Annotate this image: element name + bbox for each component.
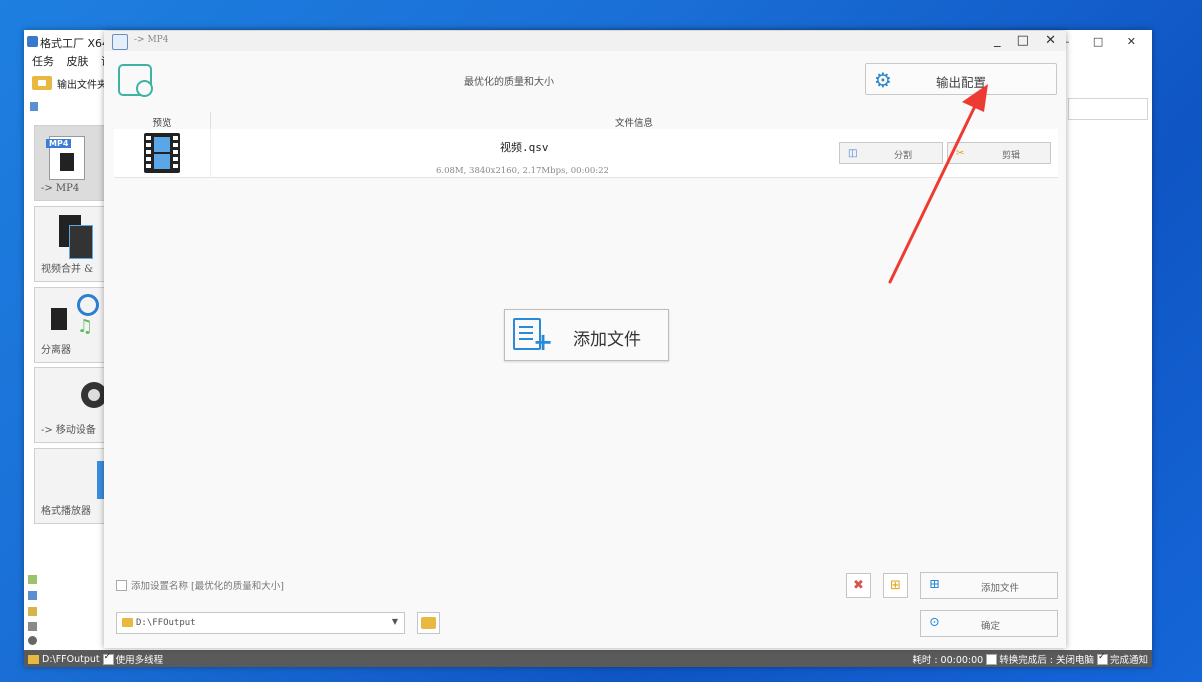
output-folder-label: 输出文件夹: [57, 79, 107, 91]
add-folder-button[interactable]: ⊞: [883, 573, 908, 598]
category-splitter[interactable]: ♫ 分离器: [34, 287, 109, 363]
category-label: -> MP4: [41, 183, 80, 194]
status-bar: D:\FFOutput 使用多线程 耗时 : 00:00:00 转换完成后 : …: [24, 650, 1152, 667]
output-path-value: D:\FFOutput: [136, 618, 196, 628]
right-panel-field: [1068, 98, 1148, 120]
column-header-preview: 预览: [152, 118, 172, 129]
category-to-mp4[interactable]: MP4 -> MP4: [34, 125, 109, 201]
dialog-titlebar: -> MP4 _ □ ✕: [104, 31, 1066, 51]
tool-icon[interactable]: [28, 636, 37, 645]
music-note-icon: ♫: [77, 316, 94, 337]
add-file-button[interactable]: ⊞ 添加文件: [920, 572, 1058, 599]
folder-icon: [28, 654, 39, 664]
save-profile-name-label: 添加设置名称 [最优化的质量和大小]: [131, 581, 284, 592]
add-file-large-label: 添加文件: [573, 330, 641, 350]
check-circle-icon: ⊙: [929, 615, 940, 630]
plus-icon: +: [533, 328, 554, 356]
category-label: 分离器: [41, 345, 71, 356]
category-format-player[interactable]: 格式播放器: [34, 448, 109, 524]
chevron-down-icon: ▼: [391, 617, 398, 626]
save-profile-name-checkbox[interactable]: [116, 580, 127, 591]
tool-icon[interactable]: [28, 575, 37, 584]
dialog-window-controls[interactable]: _ □ ✕: [994, 33, 1062, 48]
ok-button[interactable]: ⊙ 确定: [920, 610, 1058, 637]
split-icon: ◫: [848, 148, 858, 159]
file-meta: 6.08M, 3840x2160, 2.17Mbps, 00:00:22: [436, 166, 609, 176]
view-toggle-icon[interactable]: [30, 102, 38, 111]
category-mobile-device[interactable]: -> 移动设备: [34, 367, 109, 443]
tool-icon[interactable]: [28, 622, 37, 631]
quality-profile-label: 最优化的质量和大小: [464, 77, 554, 88]
app-icon: [27, 36, 38, 47]
notify-checkbox[interactable]: [1096, 652, 1108, 665]
add-file-large-button[interactable]: + 添加文件: [504, 309, 669, 361]
video-film-icon: [144, 133, 180, 173]
folder-icon: [122, 618, 133, 627]
splitter-icon: [51, 308, 67, 330]
output-path-select[interactable]: D:\FFOutput ▼: [116, 612, 405, 634]
browse-folder-button[interactable]: [417, 612, 440, 634]
after-complete-label: 转换完成后 : 关闭电脑: [999, 655, 1094, 666]
notify-label: 完成通知: [1109, 655, 1148, 666]
menu-item-task[interactable]: 任务: [32, 55, 54, 68]
category-label: 视频合并 &: [41, 264, 94, 275]
after-complete-checkbox[interactable]: [986, 653, 998, 665]
profile-settings-icon[interactable]: [118, 64, 153, 97]
multithread-checkbox[interactable]: [102, 652, 114, 665]
category-label: 格式播放器: [41, 506, 91, 517]
tool-icon[interactable]: [28, 591, 37, 600]
output-folder-button[interactable]: 输出文件夹: [32, 72, 107, 94]
multithread-label: 使用多线程: [115, 655, 164, 666]
add-file-icon: ⊞: [929, 577, 940, 592]
dialog-app-icon: [112, 34, 128, 50]
dialog-title: -> MP4: [134, 35, 169, 45]
status-output-path[interactable]: D:\FFOutput: [42, 654, 100, 665]
category-video-merge[interactable]: 视频合并 &: [34, 206, 109, 282]
folder-icon: [32, 76, 52, 90]
mp4-file-icon: MP4: [46, 136, 85, 180]
main-window-controls[interactable]: – □ ✕: [1064, 35, 1146, 48]
tool-icon[interactable]: [28, 607, 37, 616]
menu-item-skin[interactable]: 皮肤: [67, 55, 89, 68]
category-label: -> 移动设备: [41, 425, 96, 436]
clear-list-button[interactable]: ✖: [846, 573, 871, 598]
elapsed-time: 耗时 : 00:00:00: [912, 655, 984, 666]
annotation-arrow: [888, 84, 988, 284]
file-name: 视频.qsv: [500, 141, 549, 154]
